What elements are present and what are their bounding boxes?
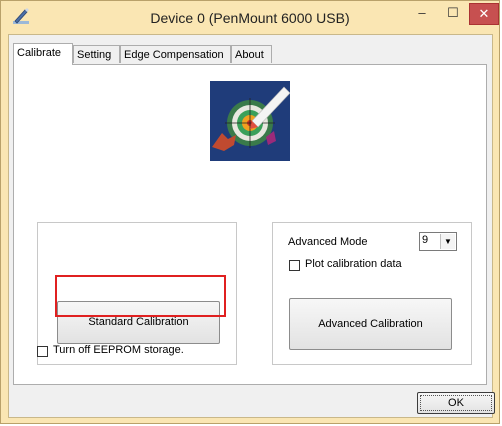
minimize-button[interactable]: – <box>407 3 437 25</box>
dialog-body: Calibrate Setting Edge Compensation Abou… <box>8 34 493 418</box>
calibrate-panel: Standard Calibration Advanced Mode 9 ▼ P… <box>13 64 487 385</box>
plot-calibration-checkbox[interactable] <box>289 260 300 271</box>
close-button[interactable]: ✕ <box>469 3 499 25</box>
main-window: Device 0 (PenMount 6000 USB) – ☐ ✕ Calib… <box>0 0 500 424</box>
chevron-down-icon: ▼ <box>440 234 455 249</box>
calibration-target-logo <box>210 81 290 161</box>
advanced-mode-select[interactable]: 9 ▼ <box>419 232 457 251</box>
tab-edge-compensation[interactable]: Edge Compensation <box>120 45 231 63</box>
eeprom-checkbox[interactable] <box>37 346 48 357</box>
tab-about[interactable]: About <box>231 45 272 63</box>
advanced-mode-label: Advanced Mode <box>288 236 368 248</box>
red-highlight-box <box>55 275 226 317</box>
advanced-mode-value: 9 <box>422 234 429 246</box>
tab-setting[interactable]: Setting <box>73 45 120 63</box>
title-bar[interactable]: Device 0 (PenMount 6000 USB) – ☐ ✕ <box>1 1 499 34</box>
tab-calibrate[interactable]: Calibrate <box>13 43 73 65</box>
maximize-button[interactable]: ☐ <box>438 3 468 25</box>
plot-calibration-label: Plot calibration data <box>305 258 402 270</box>
advanced-calibration-button[interactable]: Advanced Calibration <box>289 298 452 350</box>
ok-button[interactable]: OK <box>417 392 495 414</box>
eeprom-label: Turn off EEPROM storage. <box>53 344 184 356</box>
